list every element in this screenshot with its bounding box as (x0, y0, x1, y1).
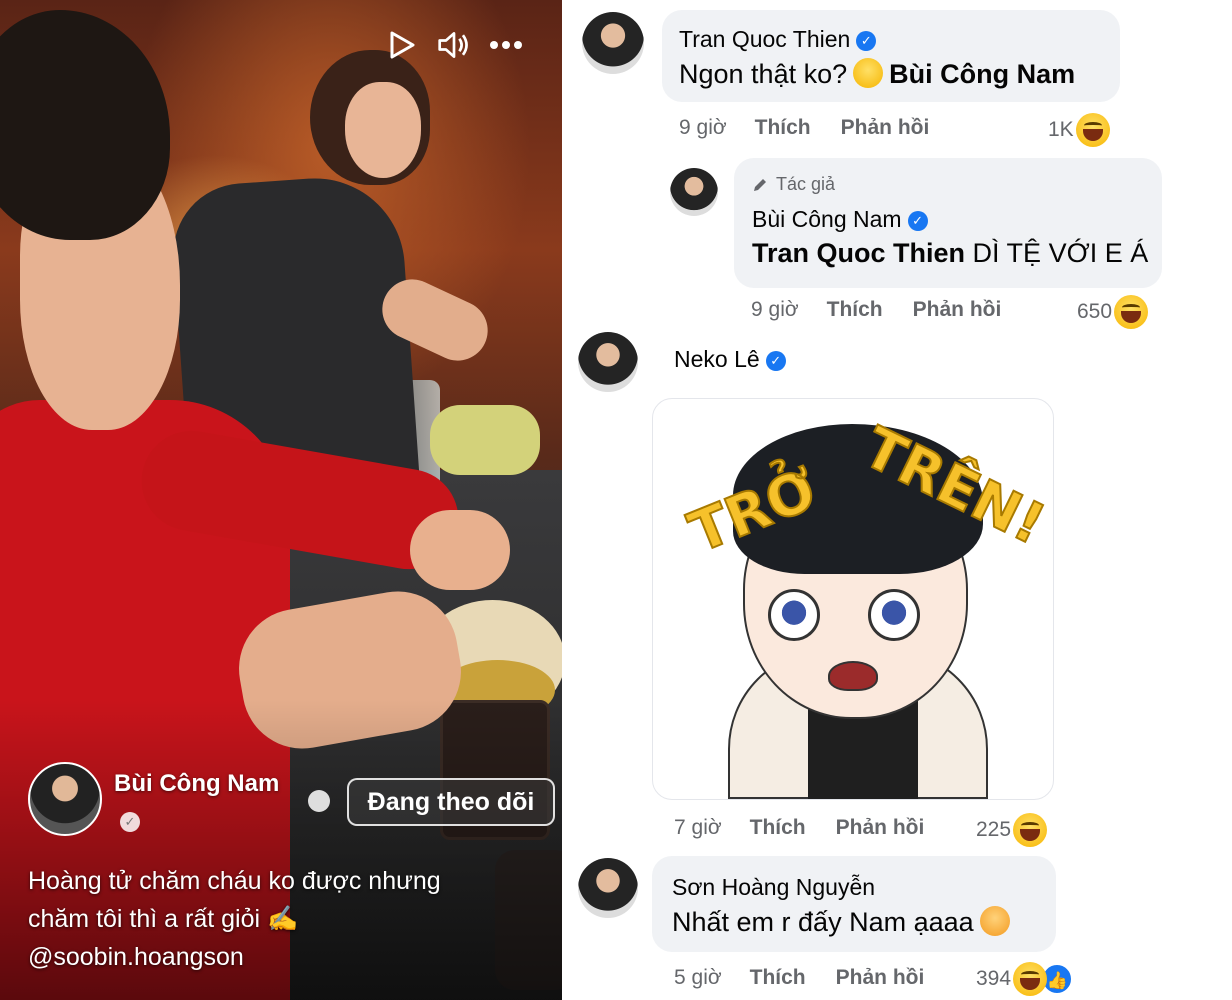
avatar[interactable] (28, 762, 102, 836)
like-button[interactable]: Thích (827, 298, 883, 322)
comment-actions: 5 giờ Thích Phản hồi (674, 966, 924, 990)
comment-author-name[interactable]: Neko Lê (674, 346, 760, 372)
reply-button[interactable]: Phản hồi (836, 816, 925, 840)
comment-text: Nhất em r đấy Nam ạaaa (672, 906, 1016, 938)
reply-button[interactable]: Phản hồi (836, 966, 925, 990)
comment-author-name[interactable]: Bùi Công Nam (752, 206, 902, 232)
reaction-count[interactable]: 225 (976, 813, 1048, 847)
comment-bubble: Tác giả Bùi Công Nam ✓ Tran Quoc Thien DÌ… (734, 158, 1162, 288)
avatar[interactable] (670, 168, 718, 216)
sticker-image[interactable]: TRỞ TRÊN! (652, 398, 1054, 800)
comment-author[interactable]: Sơn Hoàng Nguyễn (672, 874, 875, 901)
pouting-face-emoji (979, 906, 1010, 936)
comment-author[interactable]: Neko Lê ✓ (674, 346, 786, 373)
video-scene-woman-face (345, 82, 421, 178)
mention-link[interactable]: Bùi Công Nam (889, 59, 1075, 89)
avatar[interactable] (578, 858, 638, 918)
caption-line: Hoàng tử chăm cháu ko được nhưng (28, 867, 441, 895)
verified-badge-icon: ✓ (765, 351, 786, 371)
comment-author-name[interactable]: Tran Quoc Thien (679, 26, 850, 52)
comment-actions: 7 giờ Thích Phản hồi (674, 816, 924, 840)
video-author-name[interactable]: Bùi Công Nam (114, 770, 279, 798)
reaction-number: 650 (1077, 300, 1113, 323)
reply-button[interactable]: Phản hồi (841, 116, 930, 140)
globe-icon (308, 790, 330, 812)
haha-reaction-icon (1075, 113, 1110, 147)
comment-author[interactable]: Tran Quoc Thien ✓ (679, 26, 877, 53)
haha-reaction-icon (1114, 295, 1149, 329)
caption-text: chăm tôi thì a rất giỏi (28, 905, 261, 933)
video-caption: Hoàng tử chăm cháu ko được nhưng chăm tô… (28, 862, 528, 976)
screenshot-root: ✓ Bùi Công Nam Đang theo dõi Hoàng tử ch… (0, 0, 1232, 1000)
reaction-number: 394 (976, 967, 1012, 990)
reaction-number: 1K (1048, 118, 1074, 141)
reaction-count[interactable]: 1K (1048, 113, 1110, 147)
reaction-count[interactable]: 650 (1077, 295, 1149, 329)
comment-time[interactable]: 9 giờ (751, 298, 799, 322)
video-scene-hand (410, 510, 510, 590)
video-scene-cushion (430, 405, 540, 475)
avatar[interactable] (582, 12, 644, 74)
like-button[interactable]: Thích (755, 116, 811, 140)
haha-reaction-icon (1013, 813, 1048, 847)
caption-line: chăm tôi thì a rất giỏi ✍ (28, 900, 528, 938)
comment-time[interactable]: 9 giờ (679, 116, 727, 140)
comment-bubble: Tran Quoc Thien ✓ Ngon thật ko? Bùi Công N… (662, 10, 1120, 102)
comment-bubble: Sơn Hoàng Nguyễn Nhất em r đấy Nam ạaaa (652, 856, 1056, 952)
sticker-mouth (828, 661, 878, 691)
comment-text-body: Ngon thật ko? (679, 59, 848, 89)
video-player[interactable]: ✓ Bùi Công Nam Đang theo dõi Hoàng tử ch… (0, 0, 562, 1000)
verified-badge-icon: ✓ (120, 812, 140, 832)
reaction-count[interactable]: 394 👍 (976, 962, 1074, 996)
video-author[interactable]: ✓ Bùi Công Nam (28, 762, 279, 836)
comment-text-body: DÌ TỆ VỚI E Á (972, 238, 1149, 268)
video-scene-man-hair (0, 10, 170, 240)
verified-badge-icon: ✓ (907, 211, 928, 231)
play-icon[interactable] (385, 28, 419, 62)
comment-text: Ngon thật ko? Bùi Công Nam (679, 58, 1075, 90)
comment-author[interactable]: Bùi Công Nam ✓ (752, 206, 928, 233)
comment-time[interactable]: 5 giờ (674, 966, 722, 990)
sticker-eye (768, 589, 820, 641)
thinking-face-emoji (853, 58, 884, 88)
comment-time[interactable]: 7 giờ (674, 816, 722, 840)
comments-panel: Tran Quoc Thien ✓ Ngon thật ko? Bùi Công N… (562, 0, 1232, 1000)
mention-link[interactable]: Tran Quoc Thien (752, 238, 965, 268)
avatar[interactable] (578, 332, 638, 392)
author-label-text: Tác giả (776, 174, 836, 194)
haha-reaction-icon (1013, 962, 1048, 996)
verified-badge-icon: ✓ (856, 31, 877, 51)
like-button[interactable]: Thích (750, 966, 806, 990)
volume-icon[interactable] (437, 28, 471, 62)
reply-button[interactable]: Phản hồi (913, 298, 1002, 322)
comment-actions: 9 giờ Thích Phản hồi (679, 116, 929, 140)
comment-actions: 9 giờ Thích Phản hồi (751, 298, 1001, 322)
caption-mention-link[interactable]: @soobin.hoangson (28, 938, 528, 976)
comment-text: Tran Quoc Thien DÌ TỆ VỚI E Á (752, 238, 1148, 269)
writing-hand-emoji: ✍ (267, 905, 299, 933)
author-label: Tác giả (752, 174, 835, 195)
like-button[interactable]: Thích (750, 816, 806, 840)
video-controls (385, 28, 523, 62)
pencil-icon (754, 178, 766, 191)
reaction-number: 225 (976, 818, 1012, 841)
comment-text-body: Nhất em r đấy Nam ạaaa (672, 907, 974, 937)
following-button[interactable]: Đang theo dõi (347, 778, 555, 826)
sticker-eye (868, 589, 920, 641)
more-icon[interactable] (489, 28, 523, 62)
